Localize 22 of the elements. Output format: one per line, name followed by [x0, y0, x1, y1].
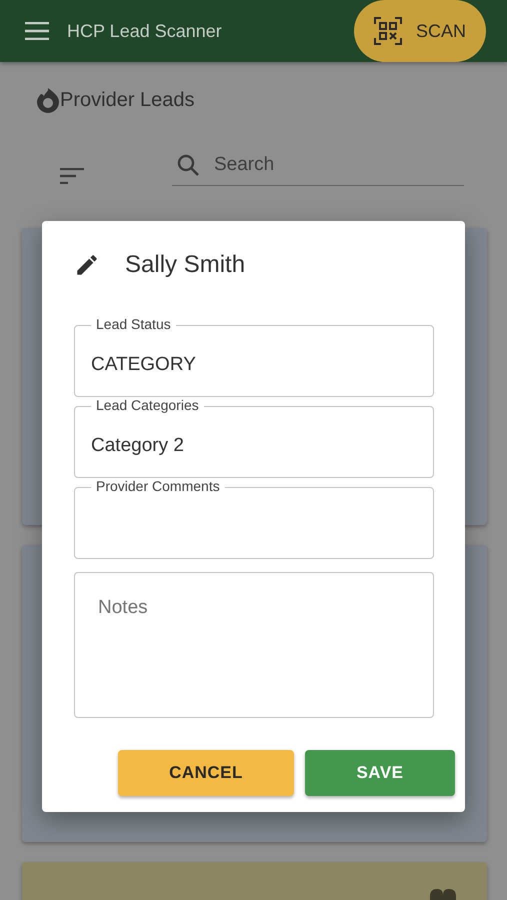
heart-icon[interactable]: [429, 889, 457, 900]
text-field[interactable]: Lead Status CATEGORY: [74, 316, 434, 397]
qr-code-icon: [374, 17, 402, 45]
search-icon: [176, 153, 200, 177]
text-field[interactable]: Lead Categories Category 2: [74, 397, 434, 478]
field-label: Provider Comments: [91, 478, 225, 494]
text-field[interactable]: Provider Comments: [74, 478, 434, 559]
menu-icon[interactable]: [25, 22, 49, 40]
notes-field[interactable]: Notes: [74, 572, 434, 718]
save-button[interactable]: SAVE: [305, 750, 455, 796]
page-title: Provider Leads: [60, 88, 195, 112]
cancel-button[interactable]: CANCEL: [118, 750, 294, 796]
field-value: Category 2: [91, 434, 184, 456]
app-title: HCP Lead Scanner: [67, 20, 222, 42]
field-label: Lead Categories: [91, 397, 204, 413]
scan-button[interactable]: SCAN: [354, 0, 486, 62]
search-field[interactable]: Search: [172, 144, 464, 186]
sort-icon[interactable]: [60, 168, 84, 184]
field-label: Lead Status: [91, 316, 176, 332]
fire-icon: [36, 87, 60, 113]
field-value: CATEGORY: [91, 354, 196, 376]
dialog-title: Sally Smith: [125, 251, 246, 279]
